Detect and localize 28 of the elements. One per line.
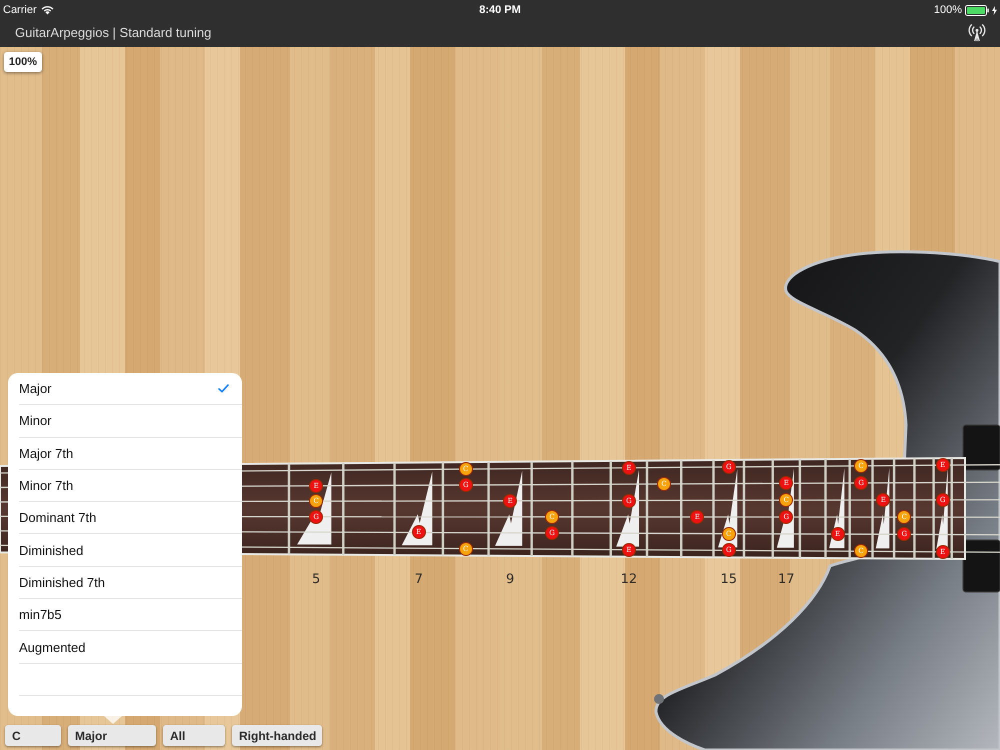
menu-item[interactable]: Minor 7th xyxy=(19,470,242,502)
zoom-level-label: 100% xyxy=(4,52,42,72)
fret-number: 15 xyxy=(720,572,737,587)
carrier-label: Carrier xyxy=(3,4,37,16)
wifi-icon xyxy=(40,6,54,14)
fret-number: 9 xyxy=(506,572,514,587)
menu-item[interactable]: min7b5 xyxy=(19,599,242,632)
battery-percent: 100% xyxy=(934,4,962,16)
fret-number: 7 xyxy=(414,572,423,587)
window-title: GuitarArpeggios | Standard tuning xyxy=(15,25,212,40)
clock-time: 8:40 PM xyxy=(479,4,521,16)
toolbar-button[interactable]: Major xyxy=(68,725,156,746)
antenna-icon[interactable] xyxy=(968,24,986,42)
toolbar-button[interactable]: All xyxy=(163,725,225,746)
fret-number: 12 xyxy=(620,572,638,587)
charging-bolt-icon xyxy=(992,6,997,14)
fret-number: 17 xyxy=(778,572,795,587)
fret-number: 5 xyxy=(312,572,320,587)
menu-item[interactable]: Major 7th xyxy=(19,438,242,470)
menu-item[interactable]: Diminished 7th xyxy=(19,566,242,600)
menu-item[interactable]: Major xyxy=(19,373,242,406)
menu-item[interactable]: Augmented xyxy=(19,631,242,664)
battery-icon xyxy=(965,4,989,16)
menu-item[interactable]: Dominant 7th xyxy=(19,502,242,534)
menu-item[interactable]: Minor xyxy=(19,405,242,438)
toolbar-button[interactable]: Right-handed xyxy=(232,725,322,746)
menu-item[interactable]: Diminished xyxy=(19,534,242,567)
toolbar-button[interactable]: C xyxy=(5,725,61,746)
